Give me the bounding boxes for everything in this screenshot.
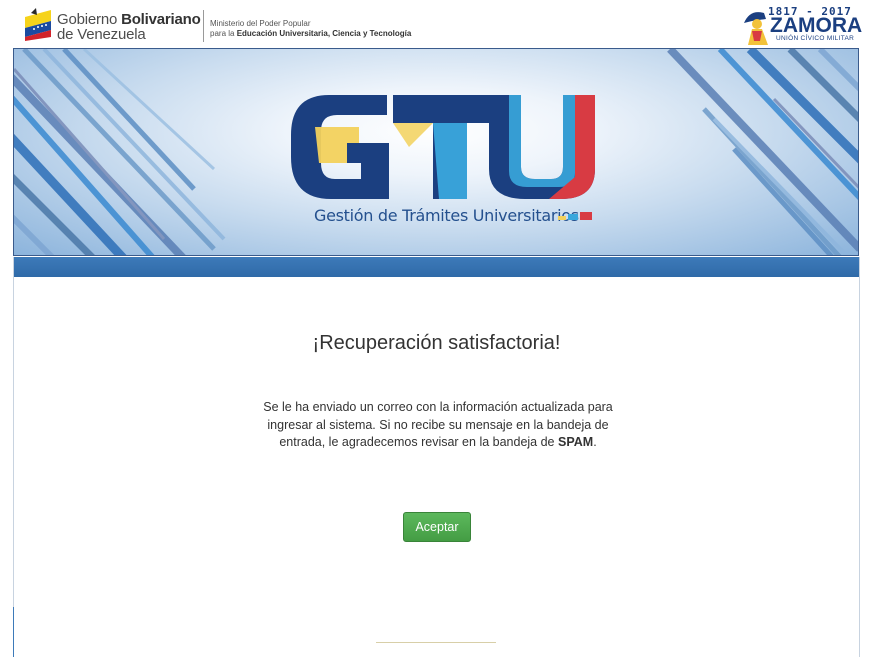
panel-accent-line: [13, 607, 14, 657]
content-panel: ¡Recuperación satisfactoria! Se le ha en…: [13, 257, 860, 657]
ministry-name: Ministerio del Poder Popular para la Edu…: [210, 19, 412, 38]
gtu-color-squares: [558, 212, 592, 220]
panel-header-bar: [14, 257, 859, 277]
gtu-subtitle: Gestión de Trámites Universitarios: [314, 206, 579, 225]
accept-button[interactable]: Aceptar: [403, 512, 471, 542]
divider: [203, 10, 204, 42]
banner: Gestión de Trámites Universitarios: [13, 48, 859, 256]
gov-name: Gobierno Bolivariano de Venezuela: [57, 11, 201, 43]
zamora-logo: 1817 - 2017 ZAMORA UNIÓN CÍVICO MILITAR: [740, 5, 862, 45]
gov-header: Gobierno Bolivariano de Venezuela Minist…: [0, 0, 873, 47]
gov-logo: Gobierno Bolivariano de Venezuela Minist…: [22, 6, 462, 44]
zamora-subtitle: UNIÓN CÍVICO MILITAR: [776, 35, 855, 42]
message-end: .: [593, 435, 597, 449]
message-spam: SPAM: [558, 435, 594, 449]
venezuela-shield-icon: [25, 8, 51, 41]
page-title: ¡Recuperación satisfactoria!: [312, 332, 561, 354]
recovery-message: Se le ha enviado un correo con la inform…: [259, 399, 617, 452]
footer-divider: [376, 642, 496, 643]
